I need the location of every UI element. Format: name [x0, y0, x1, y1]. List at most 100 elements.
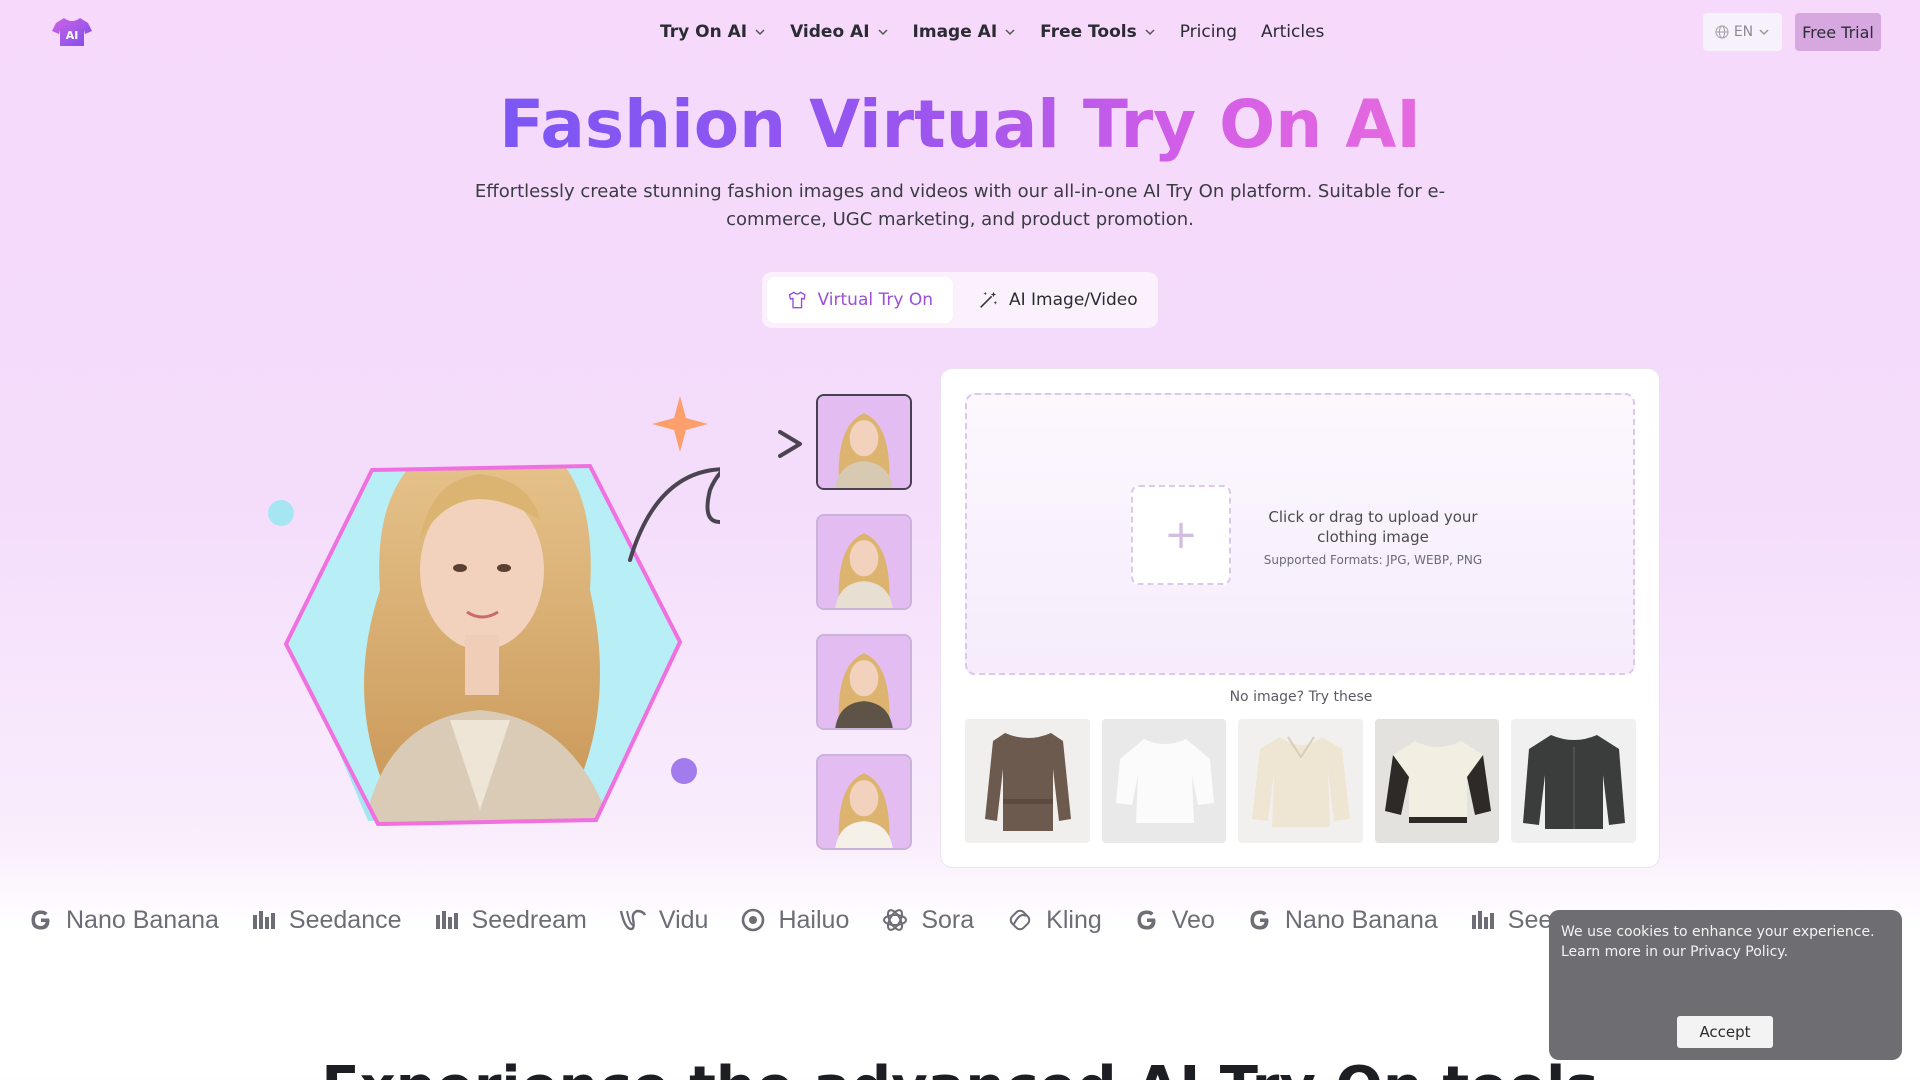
model-item: Vidu — [619, 905, 709, 935]
garment-image — [1238, 719, 1363, 843]
top-nav: AI Try On AI Video AI Image AI Free Tool… — [0, 0, 1920, 64]
model-name: Veo — [1171, 905, 1215, 934]
decor-dot-purple — [671, 758, 697, 784]
nav-label: Free Tools — [1040, 22, 1137, 42]
tshirt-icon — [788, 291, 806, 309]
nav-label: Video AI — [790, 22, 870, 42]
tab-label: Virtual Try On — [817, 290, 933, 310]
model-logo-strip: Nano Banana Seedance Seedream Vidu Hailu… — [28, 898, 1652, 942]
upload-dropzone[interactable]: + Click or drag to upload your clothing … — [965, 393, 1635, 675]
vidu-icon — [619, 909, 646, 931]
model-item: Nano Banana — [1247, 906, 1438, 935]
plus-icon: + — [1164, 512, 1198, 558]
model-item: Sora — [881, 906, 974, 935]
sparkle-icon — [652, 396, 708, 452]
cookie-banner: We use cookies to enhance your experienc… — [1549, 910, 1902, 1060]
garment-image — [965, 719, 1090, 843]
model-name: Nano Banana — [66, 905, 219, 934]
bars-icon — [252, 911, 275, 929]
decor-dot-cyan — [268, 500, 294, 526]
hero-illustration — [268, 396, 720, 827]
google-icon — [1137, 910, 1156, 930]
model-name: Nano Banana — [1284, 905, 1438, 934]
language-selector[interactable]: EN — [1703, 13, 1782, 51]
nav-articles[interactable]: Articles — [1261, 22, 1324, 42]
sample-white-blouse[interactable] — [1101, 719, 1227, 843]
bars-icon — [435, 911, 458, 929]
sample-garments — [965, 719, 1636, 843]
result-thumbnail[interactable] — [816, 394, 912, 490]
model-item: Seedance — [251, 906, 402, 935]
hero-subtitle: Effortlessly create stunning fashion ima… — [474, 181, 1446, 230]
logo-text: AI — [66, 29, 79, 42]
model-name: Kling — [1046, 905, 1102, 934]
result-thumbnail[interactable] — [816, 514, 912, 610]
model-item: Veo — [1134, 906, 1215, 935]
sample-brown-shirt-jacket[interactable] — [965, 719, 1090, 843]
nav-video-ai[interactable]: Video AI — [790, 22, 888, 42]
model-item: Hailuo — [740, 906, 849, 935]
thumbnail-image — [818, 756, 910, 848]
nav-free-tools[interactable]: Free Tools — [1040, 22, 1156, 42]
accept-cookies-button[interactable]: Accept — [1677, 1016, 1773, 1048]
sample-cream-sweater[interactable] — [1238, 719, 1363, 843]
garment-image — [1374, 719, 1500, 843]
nav-label: Image AI — [912, 22, 998, 42]
chevron-down-icon — [755, 29, 765, 36]
chevron-down-icon — [1759, 29, 1769, 36]
page-title-text: Fashion Virtual Try On AI — [499, 86, 1421, 163]
sample-heading: No image? Try these — [1229, 689, 1373, 705]
bars-icon — [1471, 911, 1494, 929]
upload-prompt: Click or drag to upload your clothing im… — [1268, 508, 1478, 546]
garment-image — [1101, 719, 1227, 843]
model-item: Seedream — [434, 906, 587, 935]
mode-tabs: Virtual Try On AI Image/Video — [762, 272, 1158, 328]
tab-label: AI Image/Video — [1009, 290, 1138, 310]
model-name: Vidu — [658, 905, 709, 934]
globe-icon — [1715, 25, 1729, 39]
nav-label: Pricing — [1179, 22, 1238, 42]
model-name: Seedream — [471, 905, 587, 934]
free-trial-button[interactable]: Free Trial — [1795, 13, 1881, 51]
main-menu: Try On AI Video AI Image AI Free Tools P… — [660, 0, 1348, 64]
google-icon — [31, 910, 50, 930]
kling-icon — [1009, 909, 1031, 931]
model-item: Kling — [1006, 906, 1102, 935]
nav-image-ai[interactable]: Image AI — [913, 22, 1017, 42]
model-name: Hailuo — [778, 905, 850, 934]
upload-formats: Supported Formats: JPG, WEBP, PNG — [1263, 553, 1483, 567]
sample-varsity-jacket[interactable] — [1374, 719, 1500, 843]
result-thumbnails — [816, 394, 912, 874]
model-name: Seedance — [288, 905, 402, 934]
model-name: Sora — [921, 905, 975, 934]
nav-pricing[interactable]: Pricing — [1180, 22, 1237, 42]
google-icon — [1250, 910, 1269, 930]
thumbnail-image — [818, 516, 910, 608]
logo[interactable]: AI — [52, 16, 92, 48]
sample-black-leather-jacket[interactable] — [1511, 719, 1636, 843]
nav-try-on-ai[interactable]: Try On AI — [660, 22, 766, 42]
magic-wand-icon — [980, 291, 998, 308]
upload-card: + Click or drag to upload your clothing … — [940, 368, 1660, 868]
arrow-curve — [628, 467, 720, 562]
openai-icon — [883, 909, 908, 931]
model-item: Nano Banana — [28, 906, 219, 935]
chevron-down-icon — [1145, 29, 1155, 36]
result-thumbnail[interactable] — [816, 754, 912, 850]
hailuo-icon — [742, 908, 765, 932]
nav-label: Try On AI — [660, 22, 748, 42]
chevron-down-icon — [1005, 29, 1015, 36]
tab-ai-image-video[interactable]: AI Image/Video — [957, 277, 1158, 323]
tab-virtual-try-on[interactable]: Virtual Try On — [767, 277, 953, 323]
page-title: Fashion Virtual Try On AI — [0, 88, 1920, 162]
language-label: EN — [1733, 24, 1754, 40]
result-thumbnail[interactable] — [816, 634, 912, 730]
tshirt-logo-icon: AI — [52, 18, 92, 46]
upload-plus-button[interactable]: + — [1131, 485, 1231, 585]
garment-image — [1511, 719, 1636, 843]
chevron-down-icon — [878, 29, 888, 36]
model-photo — [286, 466, 680, 824]
cookie-text: We use cookies to enhance your experienc… — [1561, 924, 1875, 960]
arrow-head-icon — [778, 430, 802, 458]
thumbnail-image — [818, 636, 910, 728]
